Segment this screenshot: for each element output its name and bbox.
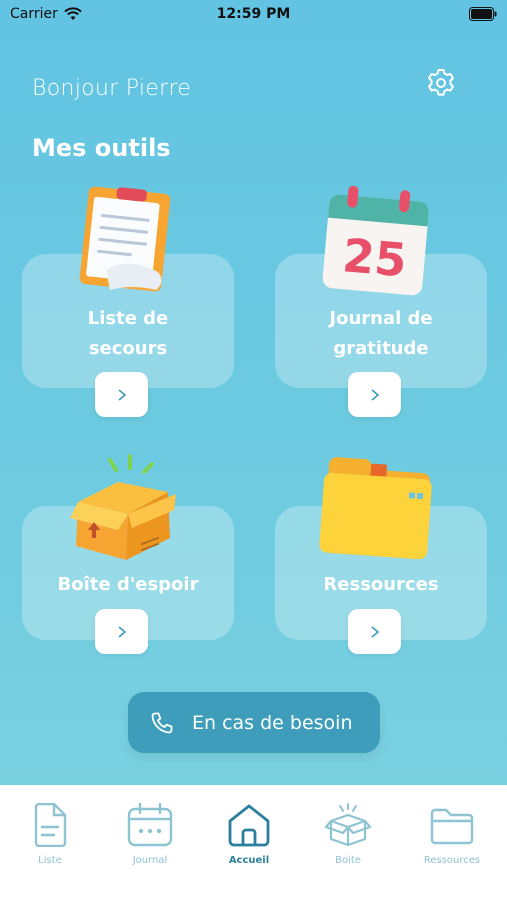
chevron-right-icon bbox=[117, 388, 126, 401]
status-bar: Carrier 12:59 PM bbox=[0, 0, 507, 30]
help-button[interactable]: En cas de besoin bbox=[128, 692, 380, 753]
card-label-line1: Journal de bbox=[329, 308, 433, 329]
chevron-right-icon bbox=[370, 388, 379, 401]
folder-icon bbox=[430, 808, 474, 845]
boite-espoir-open-button[interactable] bbox=[95, 609, 148, 654]
greeting-text: Bonjour Pierre bbox=[32, 76, 192, 101]
clipboard-icon bbox=[79, 186, 171, 292]
ressources-open-button[interactable] bbox=[348, 609, 401, 654]
tab-label: Boite bbox=[335, 855, 361, 866]
tab-journal[interactable]: Journal bbox=[100, 803, 200, 866]
card-label-line1: Liste de bbox=[87, 308, 169, 329]
calendar-icon: 25 bbox=[322, 186, 429, 296]
settings-button[interactable] bbox=[422, 64, 460, 102]
card-label: Ressources bbox=[323, 574, 439, 595]
status-time: 12:59 PM bbox=[216, 6, 291, 22]
home-icon bbox=[228, 804, 270, 847]
tab-bar: Liste Journal Accueil Boite Ressources bbox=[0, 785, 507, 900]
tab-label: Journal bbox=[132, 855, 168, 866]
tab-accueil[interactable]: Accueil bbox=[199, 803, 299, 866]
folder-icon bbox=[319, 457, 432, 560]
tab-liste[interactable]: Liste bbox=[0, 803, 100, 866]
box-icon bbox=[325, 803, 371, 847]
section-title: Mes outils bbox=[32, 134, 171, 162]
box-icon bbox=[70, 454, 176, 560]
tab-boite[interactable]: Boite bbox=[298, 803, 398, 866]
tab-label: Accueil bbox=[228, 855, 270, 866]
journal-gratitude-open-button[interactable] bbox=[348, 372, 401, 417]
chevron-right-icon bbox=[370, 625, 379, 638]
card-label-line2: gratitude bbox=[333, 338, 429, 359]
phone-icon bbox=[151, 712, 173, 733]
calendar-icon bbox=[127, 803, 173, 847]
chevron-right-icon bbox=[117, 625, 126, 638]
tab-label: Liste bbox=[38, 855, 62, 866]
gear-icon bbox=[428, 69, 454, 96]
liste-secours-open-button[interactable] bbox=[95, 372, 148, 417]
help-button-label: En cas de besoin bbox=[192, 711, 353, 734]
calendar-day: 25 bbox=[340, 228, 408, 287]
battery-icon bbox=[469, 7, 497, 25]
card-label: Boîte d'espoir bbox=[57, 574, 199, 595]
tab-ressources[interactable]: Ressources bbox=[402, 803, 502, 866]
card-label-line2: secours bbox=[88, 338, 168, 359]
document-icon bbox=[34, 803, 67, 847]
tab-label: Ressources bbox=[423, 855, 481, 866]
